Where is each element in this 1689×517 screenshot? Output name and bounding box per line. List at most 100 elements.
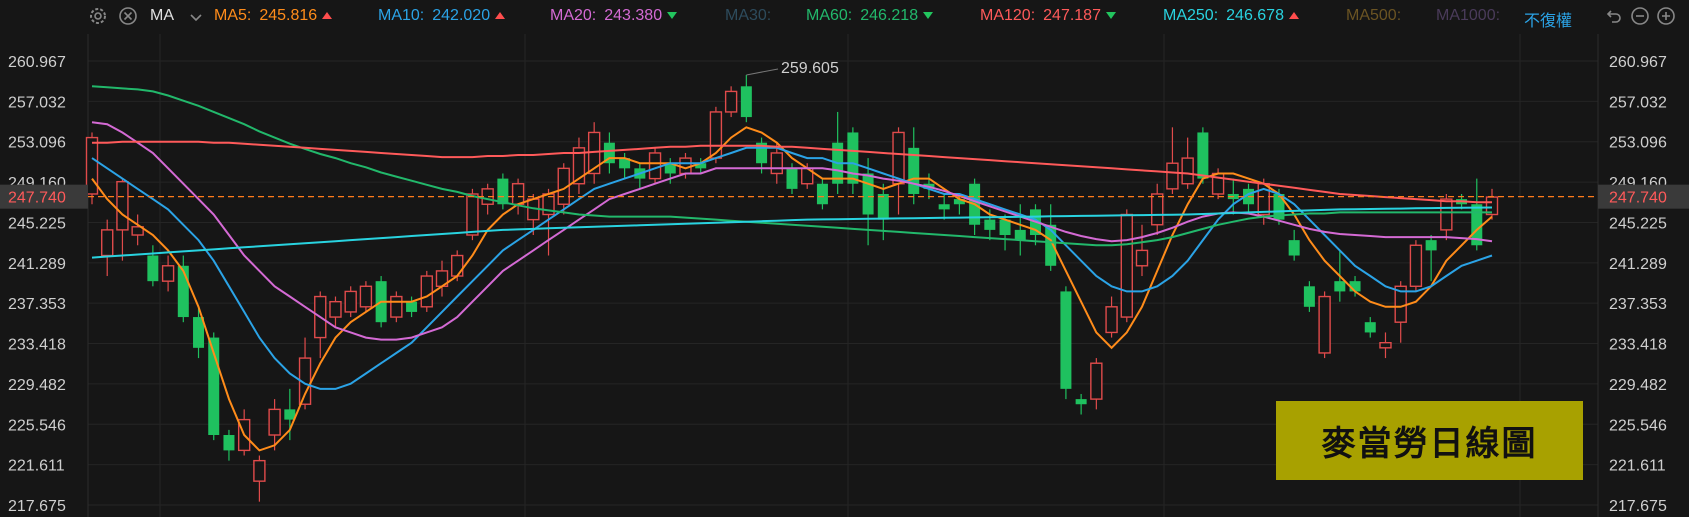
candle-body (161, 265, 175, 282)
candle-body (1120, 213, 1133, 318)
y-tick-label-right: 221.611 (1609, 458, 1666, 475)
price-adjust-toggle[interactable]: 不復權 (1524, 7, 1572, 31)
candle-body (1014, 229, 1026, 241)
candle-body (329, 300, 342, 318)
candle-body (253, 459, 266, 482)
ma60-indicator: MA60: 246.218 (806, 7, 934, 25)
y-tick-label-left: 241.289 (8, 256, 66, 273)
trend-up-icon (495, 12, 506, 20)
y-tick-label-right: 253.096 (1609, 135, 1667, 152)
y-tick-label-right: 225.546 (1609, 417, 1667, 434)
candle-body (1288, 240, 1300, 256)
candle-body (709, 111, 723, 159)
y-tick-label-left: 233.418 (8, 337, 66, 354)
y-tick-label-left: 217.675 (8, 498, 66, 515)
candle-body (1425, 240, 1437, 251)
undo-icon[interactable] (1604, 6, 1624, 26)
candle-body (1135, 249, 1149, 267)
candle-body (85, 136, 99, 195)
candle-body (1090, 362, 1103, 400)
candle-body (451, 254, 464, 277)
peak-annotation-line (746, 68, 779, 76)
y-tick-label-left: 257.032 (8, 94, 66, 111)
y-tick-label-left: 253.096 (8, 135, 66, 152)
candle-body (359, 285, 373, 308)
candle-body (1197, 132, 1209, 179)
chart-title: 麥當勞日線圖 (1276, 401, 1583, 480)
trend-up-icon (322, 12, 333, 20)
candle-body (1364, 322, 1376, 333)
candle-body (344, 290, 357, 313)
candle-body (390, 295, 403, 318)
candle-body (116, 180, 129, 231)
candle-body (1440, 198, 1453, 231)
y-tick-label-right: 260.967 (1609, 54, 1667, 71)
y-tick-label-right: 237.353 (1609, 296, 1667, 313)
candle-body (101, 229, 114, 257)
candle-body (679, 157, 692, 175)
indicator-select[interactable]: MA (150, 7, 174, 25)
y-tick-label-right: 245.225 (1609, 215, 1667, 232)
trend-down-icon (923, 12, 934, 20)
candle-body (847, 132, 859, 184)
trend-down-icon (1105, 12, 1116, 20)
ma10-indicator: MA10: 242.020 (378, 7, 506, 25)
y-tick-label-right: 233.418 (1609, 337, 1667, 354)
ma30-indicator: MA30: (725, 7, 772, 24)
candle-body (984, 219, 996, 230)
candle-body (1166, 162, 1179, 190)
candle-body (511, 183, 525, 205)
current-price-label-left: 247.740 (8, 190, 66, 207)
ma120-indicator: MA120: 247.187 (980, 7, 1116, 25)
candle-body (724, 90, 738, 113)
candle-body (147, 255, 159, 282)
candle-body (1334, 281, 1346, 292)
zoom-in-icon[interactable] (1656, 6, 1676, 26)
candle-body (1151, 193, 1164, 226)
y-tick-label-left: 221.611 (8, 458, 65, 475)
gear-icon[interactable] (88, 6, 108, 26)
candle-body (1409, 244, 1423, 287)
ma500-indicator: MA500: (1346, 7, 1402, 24)
candle-body (1303, 286, 1315, 307)
y-tick-label-left: 245.225 (8, 215, 66, 232)
candle-body (1105, 306, 1118, 334)
candle-body (284, 409, 296, 420)
candle-body (1318, 295, 1331, 354)
peak-annotation-label: 259.605 (781, 60, 839, 77)
candle-body (1379, 341, 1392, 349)
candle-body (1075, 399, 1087, 405)
y-tick-label-left: 260.967 (8, 54, 66, 71)
candle-body (268, 408, 281, 436)
y-tick-label-right: 229.482 (1609, 377, 1667, 394)
candle-body (420, 275, 433, 308)
candle-body (786, 168, 798, 189)
trend-down-icon (667, 12, 678, 20)
ma5-indicator: MA5: 245.816 (214, 7, 333, 25)
y-tick-label-left: 229.482 (8, 377, 66, 394)
candle-body (466, 193, 479, 236)
y-tick-label-left: 225.546 (8, 417, 66, 434)
ma-line-ma20 (91, 121, 1493, 341)
candle-body (877, 193, 889, 220)
candle-body (740, 86, 752, 118)
candle-body (816, 183, 828, 205)
chevron-down-icon[interactable] (186, 8, 206, 28)
current-price-label-right: 247.740 (1609, 190, 1667, 207)
y-tick-label-left: 237.353 (8, 296, 66, 313)
ma1000-indicator: MA1000: (1436, 7, 1501, 24)
ma20-indicator: MA20: 243.380 (550, 7, 678, 25)
y-tick-label-right: 217.675 (1609, 498, 1667, 515)
y-tick-label-right: 241.289 (1609, 256, 1667, 273)
trend-up-icon (1288, 12, 1299, 20)
indicator-toolbar: MA MA5: 245.816 MA10: 242.020 MA20: 243.380… (0, 0, 1689, 34)
ma250-indicator: MA250: 246.678 (1163, 7, 1299, 25)
close-icon[interactable] (118, 6, 138, 26)
zoom-out-icon[interactable] (1630, 6, 1650, 26)
candle-body (1060, 291, 1072, 389)
candle-body (770, 152, 783, 175)
candle-body (223, 435, 235, 451)
y-tick-label-right: 257.032 (1609, 94, 1667, 111)
candle-body (1181, 157, 1194, 185)
candle-body (648, 152, 662, 180)
